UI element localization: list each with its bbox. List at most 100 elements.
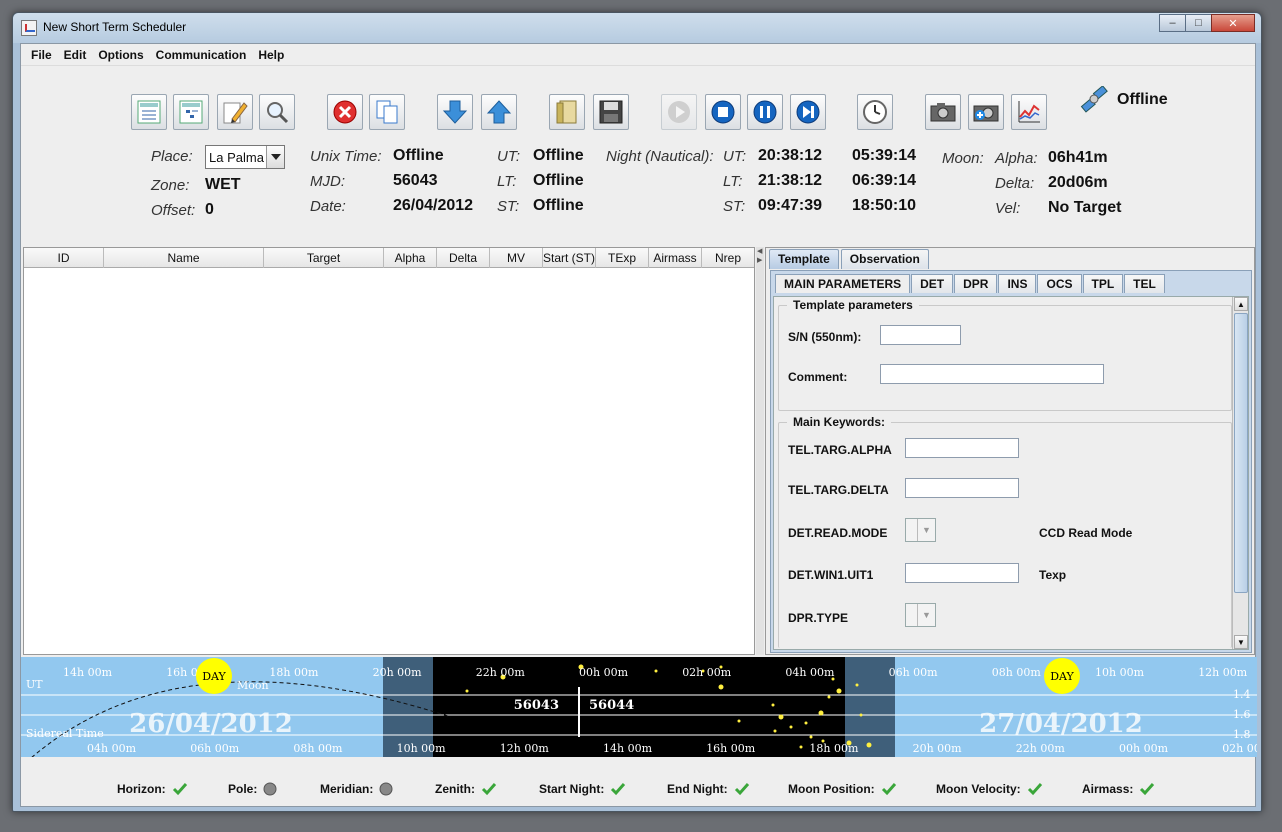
comment-input[interactable] <box>880 364 1104 384</box>
tab-tel[interactable]: TEL <box>1124 274 1165 293</box>
night-label: Night (Nautical): <box>606 148 714 165</box>
pencil-icon <box>223 102 248 124</box>
tab-main-parameters[interactable]: MAIN PARAMETERS <box>775 274 911 293</box>
play-button[interactable] <box>661 94 697 130</box>
column-header-nrep[interactable]: Nrep <box>702 248 754 268</box>
sn-input[interactable] <box>880 325 961 345</box>
menu-help[interactable]: Help <box>252 48 290 62</box>
observation-table[interactable]: ID Name Target Alpha Delta MV Start (ST)… <box>23 247 755 655</box>
column-header-id[interactable]: ID <box>24 248 104 268</box>
clock-button[interactable] <box>857 94 893 130</box>
add-camera-button[interactable] <box>968 94 1004 130</box>
tab-template[interactable]: Template <box>769 249 839 269</box>
chevron-down-icon[interactable] <box>266 146 284 168</box>
column-header-name[interactable]: Name <box>104 248 264 268</box>
check-icon <box>734 782 750 796</box>
list-view-button[interactable] <box>131 94 167 130</box>
date-left: 26/04/2012 <box>129 709 293 739</box>
menu-options[interactable]: Options <box>92 48 149 62</box>
tab-observation[interactable]: Observation <box>840 249 929 269</box>
status-check-label: Airmass: <box>1082 782 1134 796</box>
menu-file[interactable]: File <box>25 48 58 62</box>
maximize-button[interactable]: □ <box>1185 14 1212 32</box>
skip-button[interactable] <box>790 94 826 130</box>
column-header-start[interactable]: Start (ST) <box>543 248 596 268</box>
status-check-label: Zenith: <box>435 782 475 796</box>
ut-tick-label: 20h 00m <box>373 666 423 679</box>
split-pane-divider[interactable]: ◀ ▶ <box>756 247 764 655</box>
tab-det[interactable]: DET <box>911 274 954 293</box>
download-button[interactable] <box>437 94 473 130</box>
st-value: Offline <box>533 197 584 214</box>
search-button[interactable] <box>259 94 295 130</box>
tab-tpl[interactable]: TPL <box>1082 274 1124 293</box>
night-timeline[interactable]: 14h 00m 16h 00m 18h 00m 20h 00m 22h 00m 00h 0… <box>21 657 1257 757</box>
chart-button[interactable] <box>1011 94 1047 130</box>
column-header-target[interactable]: Target <box>264 248 384 268</box>
status-check-moon-velocity: Moon Velocity: <box>936 782 1043 796</box>
stop-button[interactable] <box>705 94 741 130</box>
column-header-mv[interactable]: MV <box>490 248 543 268</box>
dpr-type-select[interactable]: ▼ <box>905 603 936 627</box>
tel-targ-delta-input[interactable] <box>905 478 1019 498</box>
star-marker <box>859 713 863 717</box>
ut-tick-label: 18h 00m <box>269 666 319 679</box>
moon-delta-label: Delta: <box>995 175 1035 192</box>
st-tick-label: 04h 00m <box>87 742 137 755</box>
neutral-dot-icon <box>379 782 393 796</box>
menu-communication[interactable]: Communication <box>150 48 253 62</box>
status-check-end-night: End Night: <box>667 782 750 796</box>
column-header-delta[interactable]: Delta <box>437 248 490 268</box>
delete-button[interactable] <box>327 94 363 130</box>
moon-vel-label: Vel: <box>995 200 1021 217</box>
client-area: File Edit Options Communication Help Off… <box>20 43 1257 807</box>
place-select[interactable]: La Palma <box>205 145 285 169</box>
upload-icon <box>486 100 512 124</box>
play-icon <box>668 101 690 123</box>
collapse-right-icon[interactable]: ▶ <box>757 256 762 264</box>
status-check-start-night: Start Night: <box>539 782 626 796</box>
open-button[interactable] <box>549 94 585 130</box>
star-marker <box>737 719 741 723</box>
upload-button[interactable] <box>481 94 517 130</box>
column-header-alpha[interactable]: Alpha <box>384 248 437 268</box>
tab-dpr[interactable]: DPR <box>954 274 998 293</box>
st-tick-label: 00h 00m <box>1119 742 1169 755</box>
date-right: 27/04/2012 <box>979 709 1143 739</box>
pause-icon <box>753 100 777 124</box>
star-marker <box>771 703 775 707</box>
collapse-left-icon[interactable]: ◀ <box>757 247 762 255</box>
tel-targ-delta-label: TEL.TARG.DELTA <box>788 483 889 497</box>
star-marker <box>855 683 859 687</box>
scroll-up-icon[interactable]: ▲ <box>1234 297 1248 311</box>
minimize-button[interactable]: – <box>1159 14 1186 32</box>
copy-button[interactable] <box>369 94 405 130</box>
close-button[interactable]: ✕ <box>1211 14 1255 32</box>
menu-edit[interactable]: Edit <box>58 48 93 62</box>
title-bar[interactable]: New Short Term Scheduler – □ ✕ <box>13 13 1261 43</box>
pause-button[interactable] <box>747 94 783 130</box>
night-st-start: 09:47:39 <box>758 197 823 214</box>
edit-button[interactable] <box>217 94 253 130</box>
save-button[interactable] <box>593 94 629 130</box>
tree-list-icon <box>179 100 203 124</box>
scrollbar-thumb[interactable] <box>1234 313 1248 593</box>
det-read-mode-select[interactable]: ▼ <box>905 518 936 542</box>
place-label: Place: <box>151 148 193 165</box>
scroll-down-icon[interactable]: ▼ <box>1234 635 1248 649</box>
star-marker <box>718 684 724 690</box>
moon-delta-value: 20d06m <box>1048 174 1108 191</box>
copy-icon <box>376 100 398 124</box>
column-header-airmass[interactable]: Airmass <box>649 248 702 268</box>
st-tick-label: 02h 00m <box>1222 742 1257 755</box>
tab-ocs[interactable]: OCS <box>1037 274 1082 293</box>
tab-ins[interactable]: INS <box>998 274 1037 293</box>
camera-button[interactable] <box>925 94 961 130</box>
tree-view-button[interactable] <box>173 94 209 130</box>
tel-targ-alpha-input[interactable] <box>905 438 1019 458</box>
status-check-horizon: Horizon: <box>117 782 188 796</box>
form-scrollbar[interactable]: ▲ ▼ <box>1232 297 1248 649</box>
star-marker <box>804 721 808 725</box>
column-header-texp[interactable]: TExp <box>596 248 649 268</box>
det-win-input[interactable] <box>905 563 1019 583</box>
